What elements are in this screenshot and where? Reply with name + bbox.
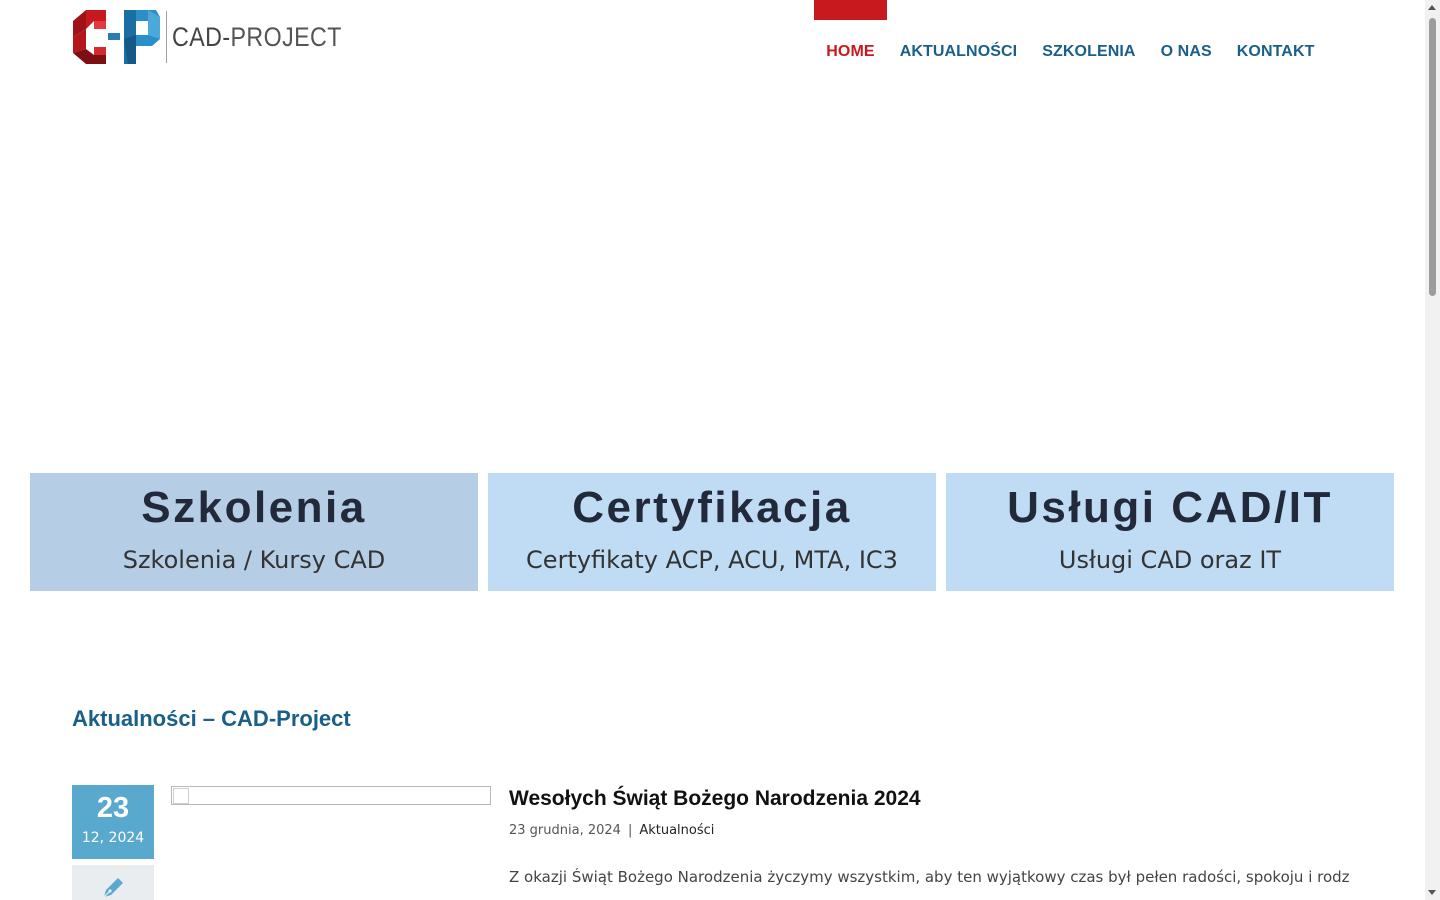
nav-label: O NAS bbox=[1160, 43, 1212, 60]
logo-divider bbox=[166, 11, 167, 63]
feature-subtitle: Szkolenia / Kursy CAD bbox=[122, 546, 386, 574]
nav-label: KONTAKT bbox=[1236, 43, 1315, 60]
logo-wordmark: CAD-PROJECT bbox=[172, 22, 342, 53]
feature-box-uslugi[interactable]: Usługi CAD/IT Usługi CAD oraz IT bbox=[946, 473, 1394, 591]
site-logo[interactable]: CAD-PROJECT bbox=[72, 9, 370, 65]
feature-box-szkolenia[interactable]: Szkolenia Szkolenia / Kursy CAD bbox=[30, 473, 478, 591]
post-meta-separator: | bbox=[627, 823, 633, 838]
nav-item-aktualnosci[interactable]: AKTUALNOŚCI bbox=[887, 0, 1030, 100]
feature-subtitle: Certyfikaty ACP, ACU, MTA, IC3 bbox=[526, 546, 898, 574]
site-header: CAD-PROJECT HOME AKTUALNOŚCI SZKOLENIA O… bbox=[0, 0, 1425, 100]
nav-label: SZKOLENIA bbox=[1042, 43, 1136, 60]
main-nav: HOME AKTUALNOŚCI SZKOLENIA O NAS KONTAKT bbox=[813, 0, 1327, 100]
feature-subtitle: Usługi CAD oraz IT bbox=[1058, 546, 1282, 574]
post-date-month-year: 12, 2024 bbox=[81, 830, 145, 846]
nav-item-home[interactable]: HOME bbox=[813, 0, 888, 100]
logo-word-cad: CAD bbox=[172, 21, 223, 52]
scroll-down-arrow-icon[interactable] bbox=[1428, 890, 1436, 895]
logo-word-sep: - bbox=[222, 21, 231, 52]
nav-label: AKTUALNOŚCI bbox=[899, 43, 1018, 60]
nav-item-szkolenia[interactable]: SZKOLENIA bbox=[1030, 0, 1148, 100]
feature-title: Szkolenia bbox=[141, 483, 367, 532]
post-meta: 23 grudnia, 2024 | Aktualności bbox=[509, 823, 714, 838]
post-category-link[interactable]: Aktualności bbox=[639, 823, 714, 838]
scroll-up-arrow-icon[interactable] bbox=[1428, 5, 1436, 10]
nav-label: HOME bbox=[826, 43, 875, 60]
nav-item-o-nas[interactable]: O NAS bbox=[1148, 0, 1224, 100]
page-scrollbar[interactable] bbox=[1425, 0, 1440, 900]
post-date: 23 grudnia, 2024 bbox=[509, 823, 621, 838]
cad-project-logo-icon bbox=[73, 10, 160, 64]
feature-title: Certyfikacja bbox=[572, 483, 852, 532]
logo-word-project: PROJECT bbox=[230, 21, 342, 52]
feature-box-certyfikacja[interactable]: Certyfikacja Certyfikaty ACP, ACU, MTA, … bbox=[488, 473, 936, 591]
feature-title: Usługi CAD/IT bbox=[1007, 483, 1333, 532]
post-date-badge: 23 12, 2024 bbox=[72, 785, 154, 859]
post-excerpt: Z okazji Świąt Bożego Narodzenia życzymy… bbox=[509, 868, 1349, 886]
post-date-day: 23 bbox=[96, 792, 130, 824]
feature-boxes: Szkolenia Szkolenia / Kursy CAD Certyfik… bbox=[30, 473, 1394, 591]
nav-item-kontakt[interactable]: KONTAKT bbox=[1224, 0, 1327, 100]
pen-icon bbox=[103, 878, 123, 898]
post-format-badge bbox=[72, 865, 154, 900]
news-section-heading: Aktualności – CAD-Project bbox=[72, 706, 351, 731]
post-title-link[interactable]: Wesołych Świąt Bożego Narodzenia 2024 bbox=[509, 787, 921, 811]
post-thumbnail-broken-image[interactable] bbox=[171, 786, 491, 805]
scrollbar-thumb[interactable] bbox=[1429, 18, 1436, 296]
